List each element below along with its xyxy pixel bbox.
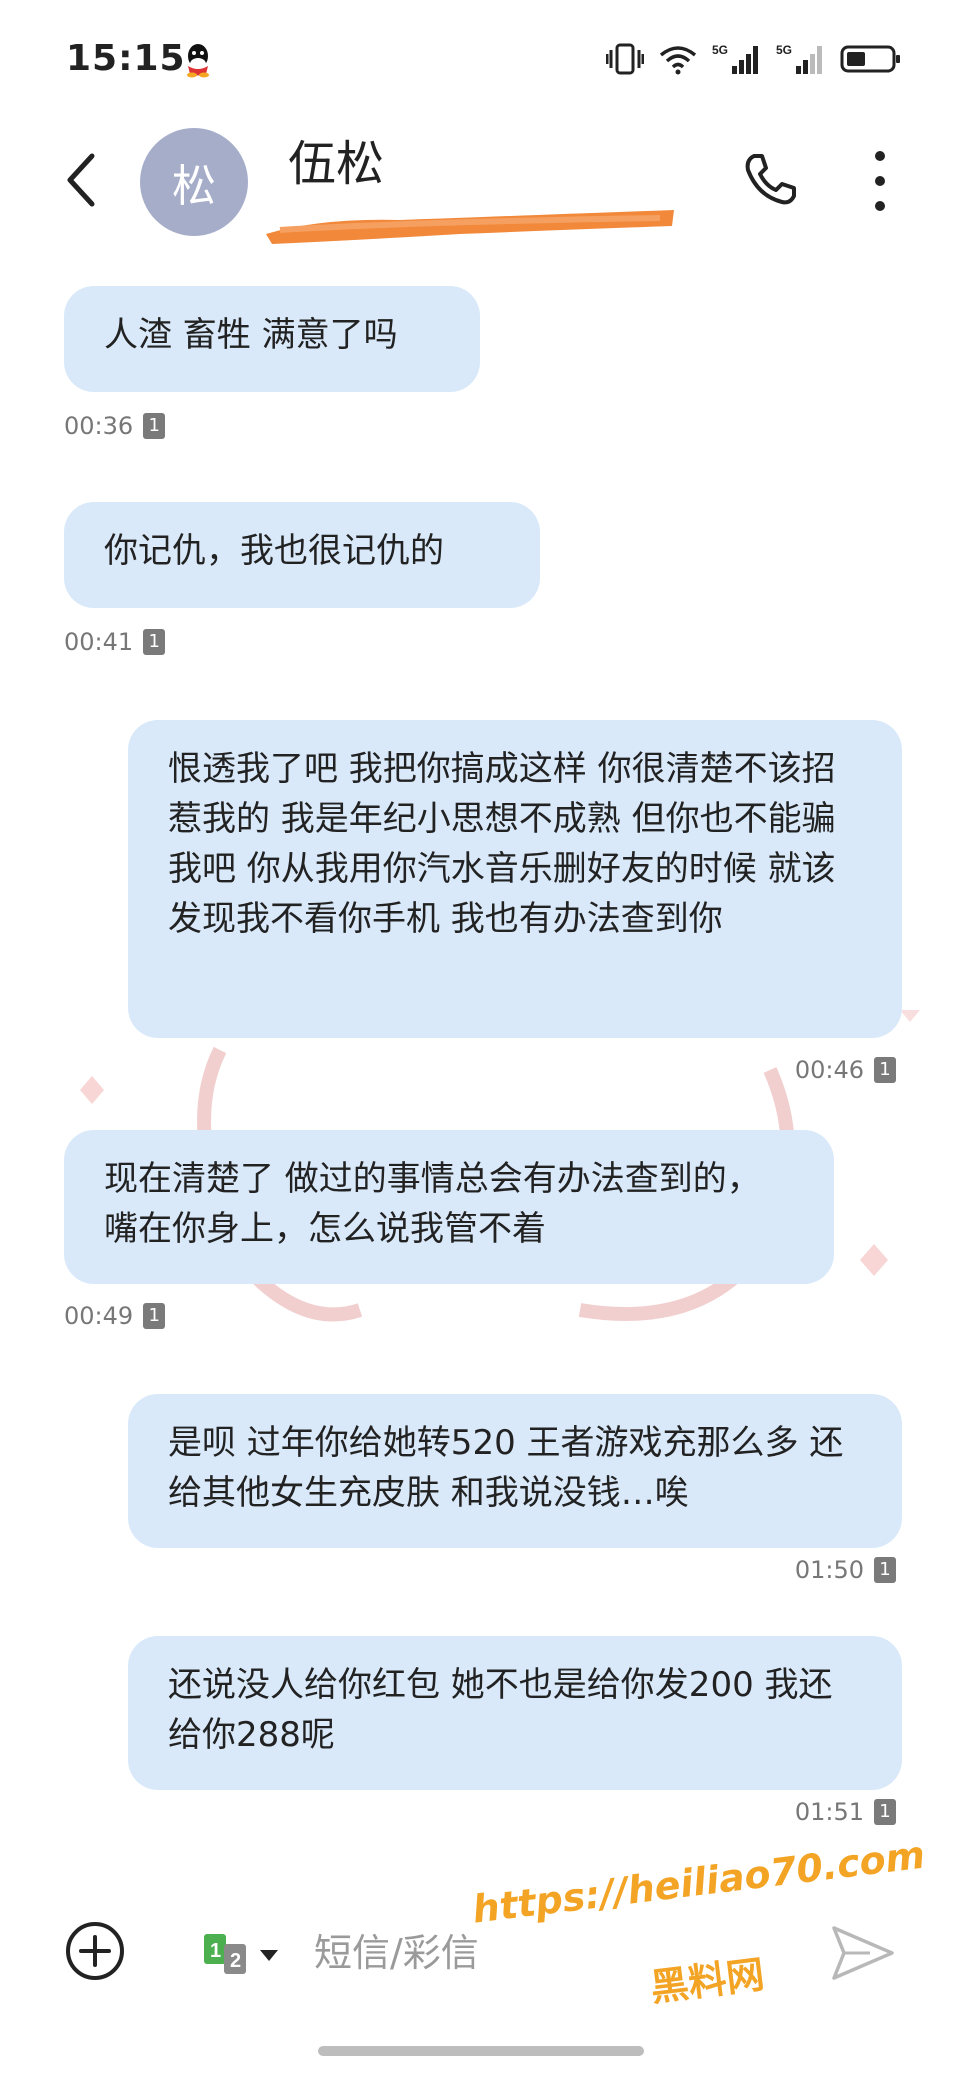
sim-select-icon: 1 2: [204, 1934, 278, 1974]
watermark-url: https://heiliao70.com: [470, 1832, 928, 1932]
sim-card-icon: 1: [874, 1799, 896, 1825]
message-text: 恨透我了吧 我把你搞成这样 你很清楚不该招惹我的 我是年纪小思想不成熟 但你也不…: [168, 749, 836, 939]
qq-notification-icon: [187, 44, 209, 78]
signal-5g-secondary-icon: 5G: [776, 43, 822, 74]
message-time: 01:50: [794, 1556, 864, 1584]
sim-card-icon: 1: [874, 1057, 896, 1083]
battery-icon: [840, 45, 900, 73]
message-bubble-incoming[interactable]: 你记仇，我也很记仇的: [64, 502, 540, 608]
message-text: 你记仇，我也很记仇的: [104, 531, 444, 571]
sim-card-icon: 1: [143, 1303, 166, 1329]
message-meta: 00:36 1: [64, 412, 166, 440]
message-bubble-outgoing[interactable]: 还说没人给你红包 她不也是给你发200 我还给你288呢: [128, 1636, 902, 1790]
message-meta: 00:41 1: [64, 628, 166, 656]
message-time: 00:41: [64, 628, 134, 656]
message-text: 是呗 过年你给她转520 王者游戏充那么多 还给其他女生充皮肤 和我说没钱…唉: [168, 1423, 844, 1513]
message-time: 00:46: [794, 1056, 864, 1084]
message-bubble-incoming[interactable]: 现在清楚了 做过的事情总会有办法查到的，嘴在你身上，怎么说我管不着: [64, 1130, 834, 1284]
sim-card-icon: 1: [874, 1557, 896, 1583]
message-meta: 00:49 1: [64, 1302, 166, 1330]
message-bubble-incoming[interactable]: 人渣 畜牲 满意了吗: [64, 286, 480, 392]
site-watermark: https://heiliao70.com 黑料网: [470, 1833, 927, 2018]
call-button[interactable]: [740, 150, 800, 210]
watermark-site-name: 黑料网: [648, 1952, 767, 2010]
message-text: 还说没人给你红包 她不也是给你发200 我还给你288呢: [168, 1665, 833, 1755]
wifi-icon: [659, 46, 697, 75]
more-options-button[interactable]: [870, 148, 890, 214]
back-button[interactable]: [62, 150, 102, 210]
message-text: 现在清楚了 做过的事情总会有办法查到的，嘴在你身上，怎么说我管不着: [104, 1159, 761, 1249]
redaction-scribble: [266, 210, 674, 244]
avatar-letter: 松: [172, 161, 216, 212]
svg-text:5G: 5G: [776, 43, 792, 57]
svg-text:2: 2: [230, 1950, 241, 1972]
signal-5g-icon: 5G: [712, 43, 758, 74]
svg-text:5G: 5G: [712, 43, 728, 57]
contact-avatar[interactable]: 松: [140, 128, 248, 236]
add-attachment-button[interactable]: [64, 1920, 126, 1982]
contact-name[interactable]: 伍松: [288, 124, 384, 194]
message-bubble-outgoing[interactable]: 恨透我了吧 我把你搞成这样 你很清楚不该招惹我的 我是年纪小思想不成熟 但你也不…: [128, 720, 902, 1038]
message-time: 00:36: [64, 412, 134, 440]
vibrate-icon: [606, 43, 644, 75]
status-time: 15:15: [66, 38, 186, 79]
home-indicator[interactable]: [318, 2046, 644, 2056]
message-meta: 00:46 1: [795, 1056, 896, 1084]
sim-select-dropdown[interactable]: 1 2: [204, 1930, 294, 1980]
status-icons: 5G 5G: [606, 42, 902, 76]
message-time: 00:49: [64, 1302, 134, 1330]
message-text: 人渣 畜牲 满意了吗: [104, 315, 398, 355]
svg-text:1: 1: [210, 1940, 221, 1962]
message-bubble-outgoing[interactable]: 是呗 过年你给她转520 王者游戏充那么多 还给其他女生充皮肤 和我说没钱…唉: [128, 1394, 902, 1548]
sim-card-icon: 1: [143, 413, 166, 439]
message-meta: 01:51 1: [795, 1798, 896, 1826]
status-bar: 15:15 5G 5G: [0, 0, 960, 120]
message-time: 01:51: [794, 1798, 864, 1826]
message-meta: 01:50 1: [795, 1556, 896, 1584]
sim-card-icon: 1: [143, 629, 166, 655]
